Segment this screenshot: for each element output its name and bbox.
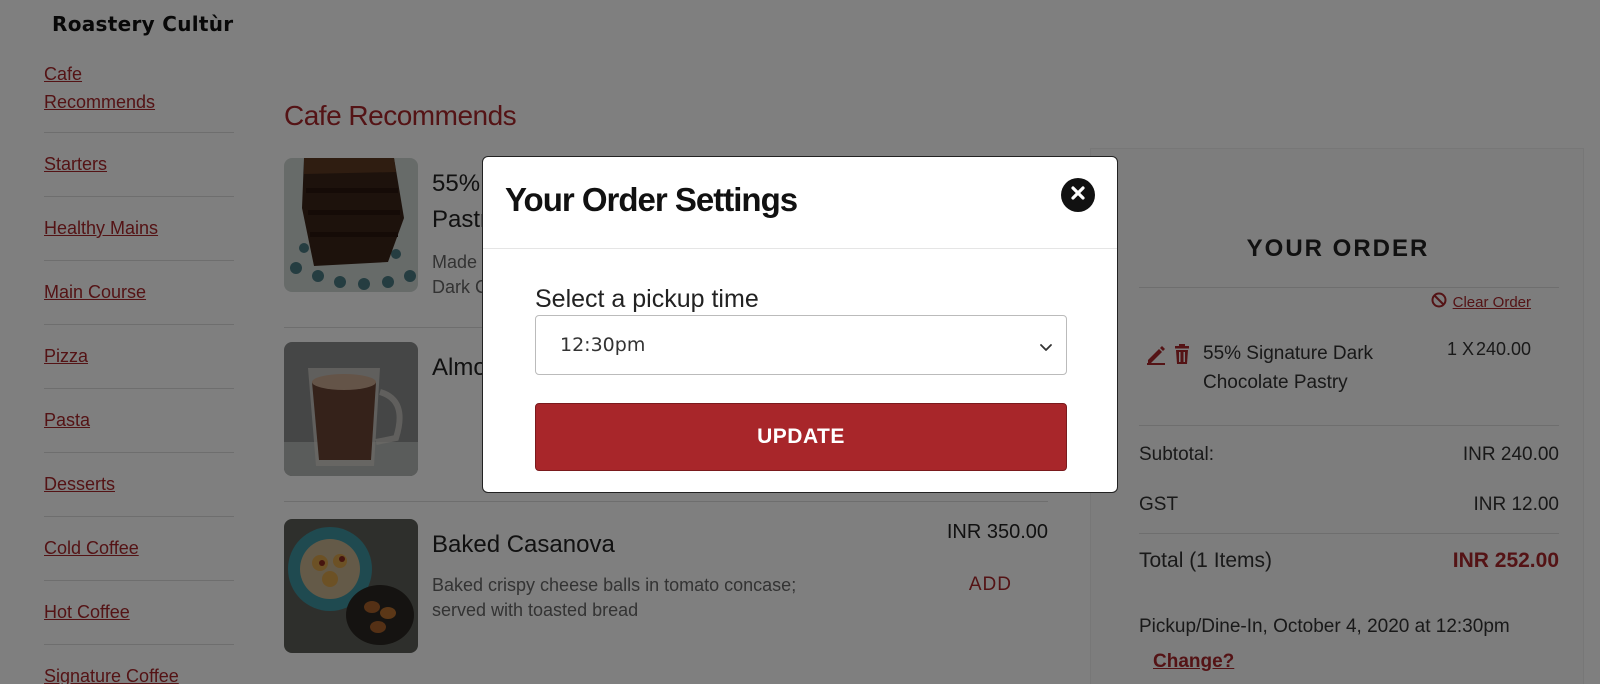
selected-time: 12:30pm: [560, 334, 646, 356]
modal-header: Your Order Settings: [483, 157, 1117, 249]
close-icon: [1070, 185, 1086, 206]
chevron-down-icon: [1038, 338, 1054, 360]
pickup-time-label: Select a pickup time: [535, 285, 759, 313]
pickup-time-select[interactable]: 12:30pm: [535, 315, 1067, 375]
update-button[interactable]: UPDATE: [535, 403, 1067, 471]
order-settings-modal: Your Order Settings Select a pickup time…: [482, 156, 1118, 493]
modal-title: Your Order Settings: [505, 181, 798, 218]
close-button[interactable]: [1061, 178, 1095, 212]
